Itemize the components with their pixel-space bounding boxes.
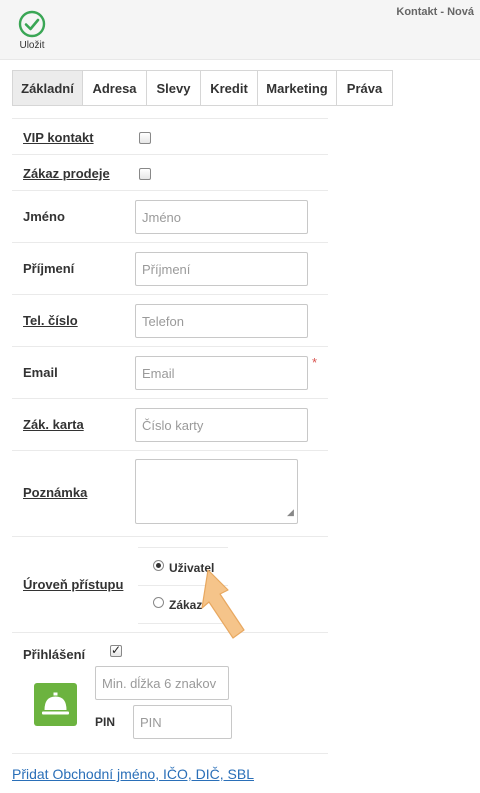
- sale-ban-label: Zákaz prodeje: [23, 166, 110, 181]
- pin-input[interactable]: [133, 705, 232, 739]
- vip-label: VIP kontakt: [23, 130, 94, 145]
- arrow-icon: [201, 569, 245, 639]
- sale-ban-checkbox[interactable]: [139, 168, 151, 180]
- email-label: Email: [23, 365, 58, 380]
- access-level-label: Úroveň přístupu: [23, 577, 124, 592]
- check-circle-icon: [18, 10, 46, 38]
- first-name-input[interactable]: [135, 200, 308, 234]
- required-mark: *: [312, 355, 318, 370]
- phone-input[interactable]: [135, 304, 308, 338]
- tab-bar: Základní Adresa Slevy Kredit Marketing P…: [12, 70, 393, 106]
- radio-ban[interactable]: [153, 597, 164, 608]
- tab-marketing[interactable]: Marketing: [258, 70, 337, 106]
- login-row: Přihlášení PIN: [12, 632, 328, 754]
- note-row: Poznámka ◢: [12, 450, 328, 536]
- login-label: Přihlášení: [23, 647, 86, 662]
- password-input[interactable]: [95, 666, 229, 700]
- save-label: Uložit: [19, 40, 45, 51]
- access-level-row: Úroveň přístupu Uživatel Zákaz: [12, 536, 328, 632]
- bell-icon: [42, 692, 69, 715]
- radio-divider: [138, 547, 228, 548]
- note-label: Poznámka: [23, 485, 88, 500]
- radio-user[interactable]: [153, 560, 164, 571]
- pin-label: PIN: [95, 715, 116, 729]
- phone-label: Tel. číslo: [23, 313, 78, 328]
- first-name-row: Jméno: [12, 190, 328, 242]
- tab-rights[interactable]: Práva: [337, 70, 393, 106]
- sale-ban-row: Zákaz prodeje: [12, 154, 328, 190]
- email-row: Email *: [12, 346, 328, 398]
- add-business-name-link[interactable]: Přidat Obchodní jméno, IČO, DIČ, SBL: [12, 766, 254, 782]
- tab-basic[interactable]: Základní: [12, 70, 83, 106]
- email-input[interactable]: [135, 356, 308, 390]
- tab-discounts[interactable]: Slevy: [147, 70, 201, 106]
- toolbar: Uložit Kontakt - Nová: [0, 0, 480, 60]
- tab-address[interactable]: Adresa: [83, 70, 147, 106]
- vip-checkbox[interactable]: [139, 132, 151, 144]
- card-row: Zák. karta: [12, 398, 328, 450]
- card-input[interactable]: [135, 408, 308, 442]
- last-name-row: Příjmení: [12, 242, 328, 294]
- phone-row: Tel. číslo: [12, 294, 328, 346]
- contact-form: VIP kontakt Zákaz prodeje Jméno Příjmení…: [12, 118, 328, 754]
- resize-handle-icon[interactable]: ◢: [287, 507, 294, 518]
- last-name-label: Příjmení: [23, 261, 75, 276]
- login-badge: [34, 683, 77, 726]
- card-label: Zák. karta: [23, 417, 84, 432]
- first-name-label: Jméno: [23, 209, 65, 224]
- page-title: Kontakt - Nová: [396, 6, 474, 18]
- note-textarea[interactable]: [135, 459, 298, 524]
- vip-row: VIP kontakt: [12, 118, 328, 154]
- tab-credit[interactable]: Kredit: [201, 70, 258, 106]
- last-name-input[interactable]: [135, 252, 308, 286]
- save-button[interactable]: Uložit: [12, 8, 52, 56]
- login-checkbox[interactable]: [110, 643, 122, 657]
